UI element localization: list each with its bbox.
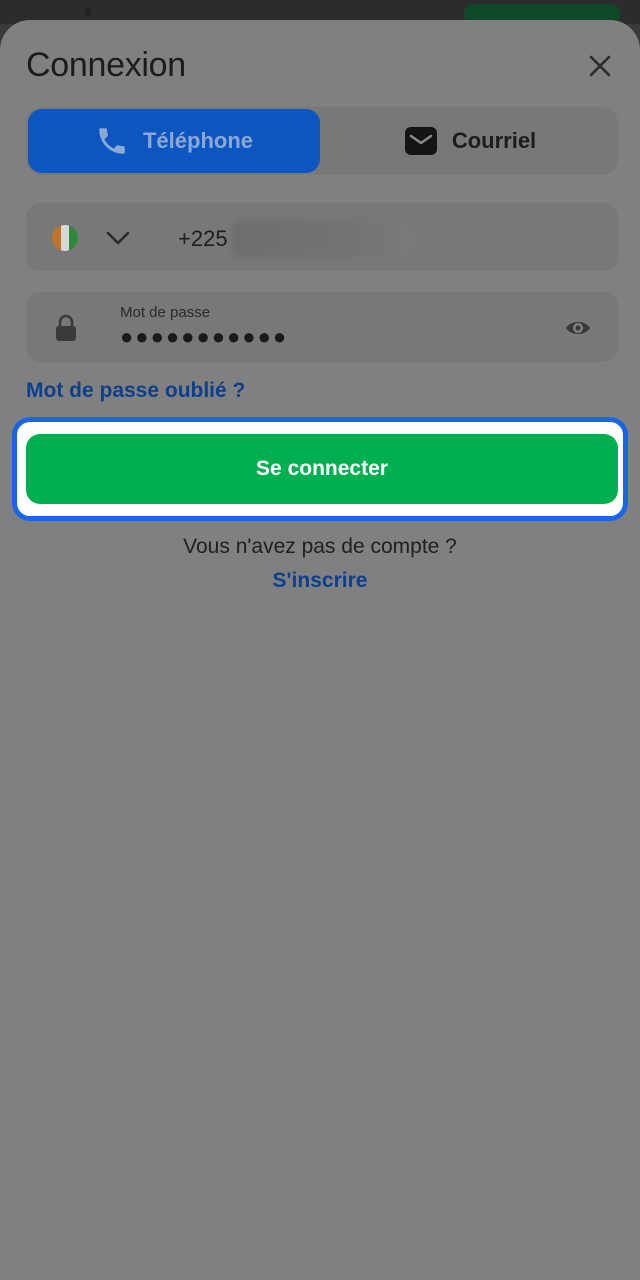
sheet-title: Connexion [26, 46, 186, 84]
no-account-text: Vous n'avez pas de compte ? [183, 535, 457, 558]
password-input[interactable]: ●●●●●●●●●●● [120, 324, 288, 350]
login-button-label: Se connecter [256, 457, 388, 480]
login-button[interactable]: Se connecter [26, 434, 618, 504]
eye-icon[interactable] [564, 316, 592, 340]
field-divider [157, 210, 158, 264]
phone-icon [95, 124, 129, 158]
flag-cote-divoire-icon[interactable] [52, 225, 78, 251]
mail-icon [404, 124, 438, 158]
close-button[interactable] [584, 50, 616, 82]
forgot-password-link[interactable]: Mot de passe oublié ? [26, 379, 245, 403]
signup-link[interactable]: S'inscrire [0, 569, 640, 593]
camera-dot [84, 8, 92, 16]
tab-label: Courriel [451, 128, 537, 153]
close-icon [589, 55, 611, 77]
login-method-tabs: Téléphone Courriel [26, 107, 618, 175]
password-label: Mot de passe [120, 304, 211, 321]
phone-number-redacted [232, 220, 412, 258]
lock-icon [54, 314, 78, 342]
tab-telephone[interactable]: Téléphone [28, 109, 320, 173]
tab-label: Téléphone [142, 128, 253, 153]
chevron-down-icon[interactable] [104, 226, 132, 250]
password-field[interactable] [26, 292, 618, 362]
phone-number-input[interactable]: +225 [178, 226, 228, 252]
tab-courriel[interactable]: Courriel [324, 109, 616, 173]
